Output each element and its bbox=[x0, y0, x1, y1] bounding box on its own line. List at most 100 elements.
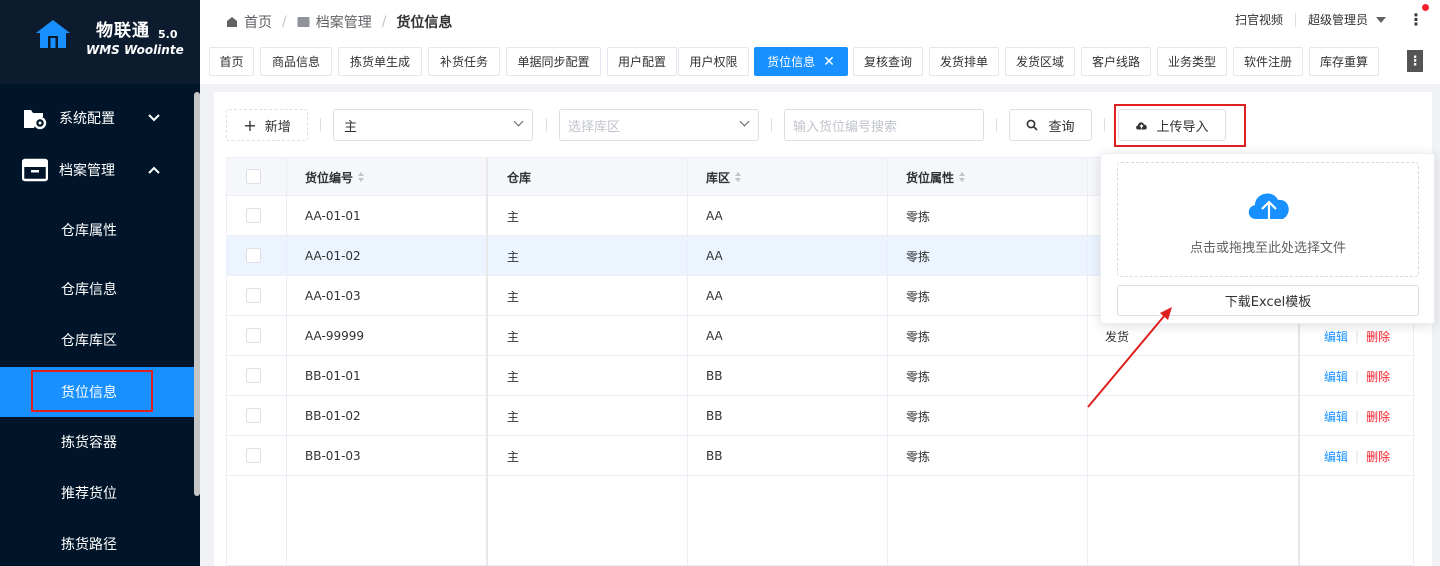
cell-zone: AA bbox=[706, 209, 723, 223]
sidebar-item-recommended-locations[interactable]: 推荐货位 bbox=[0, 473, 194, 513]
row-checkbox[interactable] bbox=[246, 248, 261, 263]
tab-user-config[interactable]: 用户配置 bbox=[607, 47, 677, 76]
brand-version: 5.0 bbox=[158, 28, 178, 41]
table-row[interactable]: BB-01-01 主 BB 零拣 编辑 | 删除 bbox=[227, 356, 1413, 396]
tab-label: 用户权限 bbox=[689, 55, 738, 69]
sidebar-scrollbar[interactable] bbox=[194, 92, 200, 496]
archive-box-icon bbox=[22, 158, 48, 182]
action-separator: | bbox=[1355, 449, 1360, 463]
column-header-label: 仓库 bbox=[507, 170, 532, 185]
column-header-code[interactable]: 货位编号 bbox=[305, 158, 365, 196]
row-actions: 编辑 | 删除 bbox=[1324, 396, 1390, 436]
tabs-more-icon[interactable]: ⋮ bbox=[1407, 50, 1423, 72]
scan-video-link[interactable]: 扫官视频 bbox=[1235, 11, 1283, 28]
breadcrumb-archive[interactable]: 档案管理 bbox=[316, 12, 372, 32]
tab-label: 货位信息 bbox=[767, 55, 816, 69]
edit-link[interactable]: 编辑 bbox=[1324, 408, 1348, 425]
row-checkbox[interactable] bbox=[246, 448, 261, 463]
annotation-highlight-sidebar bbox=[31, 370, 153, 412]
tab-home[interactable]: 首页 bbox=[209, 47, 254, 76]
tab-location-info[interactable]: 货位信息 ✕ bbox=[754, 47, 848, 76]
tab-software-registration[interactable]: 软件注册 bbox=[1233, 47, 1303, 76]
toolbar-divider bbox=[996, 118, 997, 132]
row-checkbox[interactable] bbox=[246, 328, 261, 343]
sidebar-item-picking-containers[interactable]: 拣货容器 bbox=[0, 422, 194, 462]
sort-icon[interactable] bbox=[735, 172, 742, 182]
column-header-label: 库区 bbox=[706, 170, 731, 185]
cell-attribute: 零拣 bbox=[906, 409, 931, 424]
upload-popover: 点击或拖拽至此处选择文件 下载Excel模板 bbox=[1100, 153, 1435, 324]
sidebar-group-system-config[interactable]: 系统配置 bbox=[0, 93, 200, 143]
edit-link[interactable]: 编辑 bbox=[1324, 368, 1348, 385]
tab-shipping-schedule[interactable]: 发货排单 bbox=[929, 47, 999, 76]
cell-attribute: 零拣 bbox=[906, 249, 931, 264]
user-name[interactable]: 超级管理员 bbox=[1308, 11, 1368, 28]
column-header-label: 货位编号 bbox=[305, 170, 354, 185]
tab-replenishment[interactable]: 补货任务 bbox=[428, 47, 500, 76]
tab-label: 单据同步配置 bbox=[517, 55, 590, 69]
tab-label: 业务类型 bbox=[1167, 55, 1216, 69]
caret-down-icon[interactable] bbox=[1376, 16, 1386, 23]
zone-select[interactable]: 选择库区 bbox=[559, 109, 759, 141]
row-checkbox[interactable] bbox=[246, 368, 261, 383]
column-divider bbox=[286, 158, 287, 566]
edit-link[interactable]: 编辑 bbox=[1324, 328, 1348, 345]
delete-link[interactable]: 删除 bbox=[1366, 328, 1390, 345]
tab-customer-routes[interactable]: 客户线路 bbox=[1081, 47, 1151, 76]
tab-doc-sync-config[interactable]: 单据同步配置 bbox=[506, 47, 601, 76]
sort-icon[interactable] bbox=[358, 172, 365, 182]
tab-label: 库存重算 bbox=[1319, 55, 1368, 69]
location-search-input[interactable]: 输入货位编号搜索 bbox=[784, 109, 984, 141]
tab-label: 复核查询 bbox=[863, 55, 912, 69]
sidebar-item-warehouse-info[interactable]: 仓库信息 bbox=[0, 269, 194, 309]
table-row[interactable]: BB-01-02 主 BB 零拣 编辑 | 删除 bbox=[227, 396, 1413, 436]
delete-link[interactable]: 删除 bbox=[1366, 448, 1390, 465]
add-button[interactable]: + 新增 bbox=[226, 109, 308, 141]
sort-icon[interactable] bbox=[959, 172, 966, 182]
cell-warehouse: 主 bbox=[507, 289, 520, 304]
breadcrumb-separator: / bbox=[381, 14, 387, 30]
sidebar-item-warehouse-zones[interactable]: 仓库库区 bbox=[0, 320, 194, 360]
tab-label: 首页 bbox=[219, 55, 244, 69]
breadcrumb-home[interactable]: 首页 bbox=[244, 12, 272, 32]
column-divider bbox=[887, 158, 888, 566]
row-checkbox[interactable] bbox=[246, 208, 261, 223]
tab-recheck-query[interactable]: 复核查询 bbox=[853, 47, 923, 76]
tab-label: 软件注册 bbox=[1243, 55, 1292, 69]
row-actions: 编辑 | 删除 bbox=[1324, 356, 1390, 396]
action-separator: | bbox=[1355, 369, 1360, 383]
tab-shipping-area[interactable]: 发货区域 bbox=[1005, 47, 1075, 76]
tab-pick-list-generate[interactable]: 拣货单生成 bbox=[338, 47, 422, 76]
delete-link[interactable]: 删除 bbox=[1366, 408, 1390, 425]
delete-link[interactable]: 删除 bbox=[1366, 368, 1390, 385]
chevron-up-icon bbox=[148, 164, 160, 177]
sidebar-group-archive-management[interactable]: 档案管理 bbox=[0, 145, 200, 195]
table-row[interactable]: BB-01-03 主 BB 零拣 编辑 | 删除 bbox=[227, 436, 1413, 476]
tab-product-info[interactable]: 商品信息 bbox=[260, 47, 332, 76]
row-actions: 编辑 | 删除 bbox=[1324, 436, 1390, 476]
column-header-attribute[interactable]: 货位属性 bbox=[906, 158, 966, 196]
close-icon[interactable]: ✕ bbox=[823, 54, 835, 70]
sidebar-group-label: 系统配置 bbox=[59, 111, 115, 127]
file-drop-zone[interactable]: 点击或拖拽至此处选择文件 bbox=[1117, 162, 1419, 277]
column-header-zone[interactable]: 库区 bbox=[706, 158, 742, 196]
tab-label: 补货任务 bbox=[439, 55, 488, 69]
tab-business-types[interactable]: 业务类型 bbox=[1157, 47, 1227, 76]
plus-icon: + bbox=[243, 115, 257, 135]
edit-link[interactable]: 编辑 bbox=[1324, 448, 1348, 465]
warehouse-select[interactable]: 主 bbox=[333, 109, 533, 141]
select-all-checkbox[interactable] bbox=[246, 169, 261, 184]
row-checkbox[interactable] bbox=[246, 408, 261, 423]
sidebar-item-warehouse-attributes[interactable]: 仓库属性 bbox=[0, 210, 194, 250]
tabs-bar: 首页 商品信息 拣货单生成 补货任务 单据同步配置 用户配置 用户权限 货位信息… bbox=[200, 40, 1440, 84]
more-vertical-icon[interactable]: ⋮ bbox=[1408, 4, 1429, 29]
row-checkbox[interactable] bbox=[246, 288, 261, 303]
annotation-highlight-upload bbox=[1114, 104, 1246, 147]
query-button[interactable]: 查询 bbox=[1009, 109, 1092, 141]
sidebar-item-picking-paths[interactable]: 拣货路径 bbox=[0, 524, 194, 564]
download-excel-template-button[interactable]: 下载Excel模板 bbox=[1117, 285, 1419, 316]
tab-user-permissions[interactable]: 用户权限 bbox=[678, 47, 749, 76]
cell-warehouse: 主 bbox=[507, 449, 520, 464]
tab-inventory-recalc[interactable]: 库存重算 bbox=[1309, 47, 1379, 76]
cell-attribute: 零拣 bbox=[906, 449, 931, 464]
